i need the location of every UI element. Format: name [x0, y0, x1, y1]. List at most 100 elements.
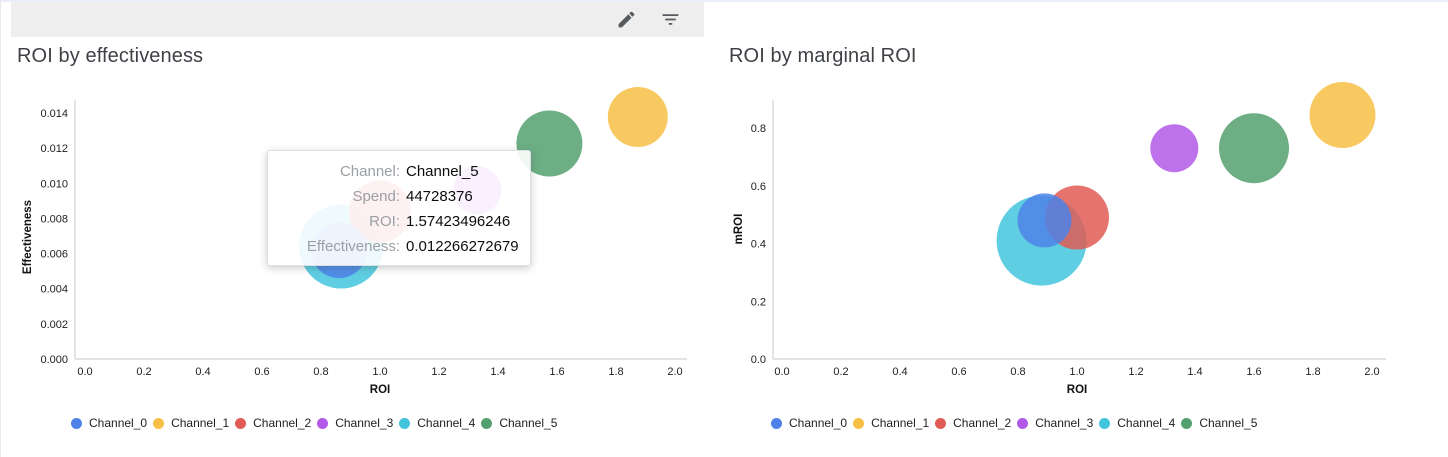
edit-pencil-icon: [616, 9, 637, 30]
x-tick-label: 0.6: [951, 366, 966, 378]
x-tick-label: 1.0: [1069, 366, 1084, 378]
legend-dot-icon: [235, 418, 246, 429]
legend-item-Channel_3: Channel_3: [317, 416, 395, 430]
x-tick-label: 1.8: [608, 366, 623, 378]
tooltip-row: Spend: 44728376: [278, 184, 516, 209]
y-tick-label: 0.012: [40, 143, 68, 155]
legend-item-Channel_1: Channel_1: [853, 416, 931, 430]
bubble-Channel_3[interactable]: [1150, 124, 1198, 172]
chart-title-roi-by-effectiveness: ROI by effectiveness: [17, 45, 203, 68]
dashboard-page: ROI by effectiveness ROI by marginal ROI…: [0, 0, 1448, 457]
legend-dot-icon: [853, 418, 864, 429]
legend-label: Channel_4: [417, 416, 475, 430]
legend-dot-icon: [71, 418, 82, 429]
legend-label: Channel_1: [871, 416, 929, 430]
filter-button[interactable]: [658, 8, 682, 32]
x-tick-label: 0.4: [195, 366, 210, 378]
x-tick-label: 1.6: [549, 366, 564, 378]
y-tick-label: 0.002: [40, 319, 68, 331]
legend-item-Channel_2: Channel_2: [935, 416, 1013, 430]
y-tick-label: 0.8: [751, 123, 766, 135]
legend-item-Channel_5: Channel_5: [1181, 416, 1259, 430]
legend-item-Channel_4: Channel_4: [399, 416, 477, 430]
x-tick-label: 0.6: [254, 366, 269, 378]
x-tick-label: 1.2: [1128, 366, 1143, 378]
bubble-Channel_1[interactable]: [1310, 82, 1376, 148]
x-axis-title: ROI: [1067, 384, 1087, 396]
legend-label: Channel_0: [89, 416, 147, 430]
legend-item-Channel_4: Channel_4: [1099, 416, 1177, 430]
legend-label: Channel_4: [1117, 416, 1175, 430]
tooltip-value: 1.57423496246: [406, 209, 510, 234]
chart-1: 0.00.20.40.60.81.01.21.41.61.82.00.00.20…: [733, 82, 1386, 396]
legend-dot-icon: [1017, 418, 1028, 429]
legend-item-Channel_0: Channel_0: [771, 416, 849, 430]
bubble-Channel_0[interactable]: [1018, 193, 1072, 247]
y-tick-label: 0.004: [40, 284, 68, 296]
x-tick-label: 0.0: [77, 366, 92, 378]
legend-label: Channel_2: [953, 416, 1011, 430]
x-tick-label: 0.8: [313, 366, 328, 378]
x-tick-label: 1.0: [372, 366, 387, 378]
tooltip-row: ROI: 1.57423496246: [278, 209, 516, 234]
tooltip-value: 0.012266272679: [406, 234, 519, 259]
legend-label: Channel_5: [1199, 416, 1257, 430]
y-tick-label: 0.006: [40, 249, 68, 261]
legend-dot-icon: [399, 418, 410, 429]
legend-dot-icon: [481, 418, 492, 429]
legend-label: Channel_0: [789, 416, 847, 430]
x-tick-label: 0.2: [136, 366, 151, 378]
y-tick-label: 0.008: [40, 213, 68, 225]
tooltip-row: Effectiveness: 0.012266272679: [278, 234, 516, 259]
y-tick-label: 0.2: [751, 296, 766, 308]
legend-item-Channel_2: Channel_2: [235, 416, 313, 430]
tooltip-label: Channel:: [278, 159, 400, 184]
x-axis-title: ROI: [370, 384, 390, 396]
y-tick-label: 0.6: [751, 181, 766, 193]
tooltip-label: Effectiveness:: [278, 234, 400, 259]
x-tick-label: 0.8: [1010, 366, 1025, 378]
bubble-Channel_5[interactable]: [1219, 113, 1289, 183]
x-tick-label: 1.4: [490, 366, 505, 378]
legend-dot-icon: [1099, 418, 1110, 429]
y-tick-label: 0.010: [40, 178, 68, 190]
x-tick-label: 1.8: [1305, 366, 1320, 378]
legend-item-Channel_1: Channel_1: [153, 416, 231, 430]
x-tick-label: 0.4: [892, 366, 907, 378]
tooltip-label: ROI:: [278, 209, 400, 234]
x-tick-label: 0.2: [833, 366, 848, 378]
chart-toolbar: [11, 2, 704, 37]
chart-title-roi-by-marginal-roi: ROI by marginal ROI: [729, 45, 917, 68]
x-tick-label: 1.6: [1246, 366, 1261, 378]
legend-label: Channel_3: [1035, 416, 1093, 430]
legend-right: Channel_0 Channel_1 Channel_2 Channel_3 Chan…: [771, 416, 1263, 430]
edit-button[interactable]: [614, 8, 638, 32]
tooltip-row: Channel: Channel_5: [278, 159, 516, 184]
legend-dot-icon: [1181, 418, 1192, 429]
legend-dot-icon: [935, 418, 946, 429]
legend-label: Channel_3: [335, 416, 393, 430]
chart-tooltip: Channel: Channel_5 Spend: 44728376 ROI: …: [267, 150, 531, 266]
legend-dot-icon: [317, 418, 328, 429]
y-tick-label: 0.0: [751, 354, 766, 366]
legend-dot-icon: [153, 418, 164, 429]
y-tick-label: 0.014: [40, 108, 68, 120]
legend-left: Channel_0 Channel_1 Channel_2 Channel_3 Chan…: [71, 416, 563, 430]
x-tick-label: 2.0: [1364, 366, 1379, 378]
x-tick-label: 2.0: [667, 366, 682, 378]
bubble-charts-canvas: 0.0 0.2 0.4 0.6 0.8 1.0 1.2 1.4 1.6 1.8 2.0 0.000 0.…: [1, 0, 1448, 457]
legend-item-Channel_5: Channel_5: [481, 416, 559, 430]
legend-dot-icon: [771, 418, 782, 429]
tooltip-value: 44728376: [406, 184, 473, 209]
y-tick-label: 0.000: [40, 354, 68, 366]
x-tick-label: 1.2: [431, 366, 446, 378]
filter-list-icon: [660, 9, 681, 30]
tooltip-label: Spend:: [278, 184, 400, 209]
legend-item-Channel_0: Channel_0: [71, 416, 149, 430]
legend-item-Channel_3: Channel_3: [1017, 416, 1095, 430]
legend-label: Channel_1: [171, 416, 229, 430]
legend-label: Channel_5: [499, 416, 557, 430]
y-tick-label: 0.4: [751, 239, 766, 251]
y-axis-title: mROI: [733, 214, 745, 245]
bubble-Channel_1[interactable]: [608, 87, 668, 147]
